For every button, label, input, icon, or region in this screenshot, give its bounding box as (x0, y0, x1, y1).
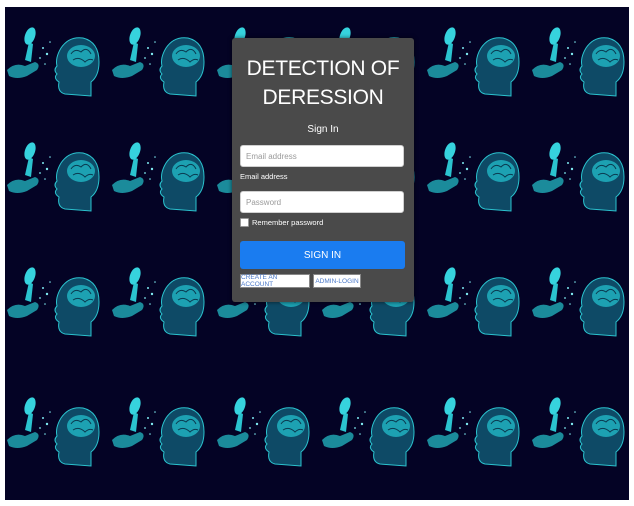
head-brain-hand-icon (530, 252, 629, 352)
admin-login-button[interactable]: ADMIN-LOGIN (313, 274, 361, 288)
head-brain-hand-icon (110, 127, 210, 227)
head-brain-hand-icon (530, 127, 629, 227)
sign-in-heading: Sign In (307, 124, 339, 135)
head-brain-hand-icon (110, 252, 210, 352)
login-card: DETECTION OF DERESSION Sign In Email add… (232, 38, 414, 302)
head-brain-hand-icon (110, 12, 210, 112)
head-brain-hand-icon (320, 382, 420, 482)
head-brain-hand-icon (5, 382, 105, 482)
sign-in-button[interactable]: SIGN IN (240, 241, 405, 269)
head-brain-hand-icon (425, 12, 525, 112)
page-title: DETECTION OF DERESSION (232, 54, 414, 112)
head-brain-hand-icon (215, 382, 315, 482)
head-brain-hand-icon (530, 12, 629, 112)
head-brain-hand-icon (425, 252, 525, 352)
head-brain-hand-icon (5, 127, 105, 227)
head-brain-hand-icon (110, 382, 210, 482)
email-label: Email address (240, 172, 288, 181)
create-account-button[interactable]: CREATE AN ACCOUNT (240, 274, 310, 288)
head-brain-hand-icon (425, 127, 525, 227)
head-brain-hand-icon (530, 382, 629, 482)
head-brain-hand-icon (5, 252, 105, 352)
remember-label: Remember password (252, 218, 324, 227)
title-line-2: DERESSION (262, 86, 384, 109)
password-field[interactable] (240, 191, 404, 213)
remember-checkbox[interactable] (240, 218, 249, 227)
remember-password[interactable]: Remember password (240, 218, 323, 227)
email-field[interactable] (240, 145, 404, 167)
title-line-1: DETECTION OF (246, 57, 400, 80)
head-brain-hand-icon (425, 382, 525, 482)
head-brain-hand-icon (5, 12, 105, 112)
